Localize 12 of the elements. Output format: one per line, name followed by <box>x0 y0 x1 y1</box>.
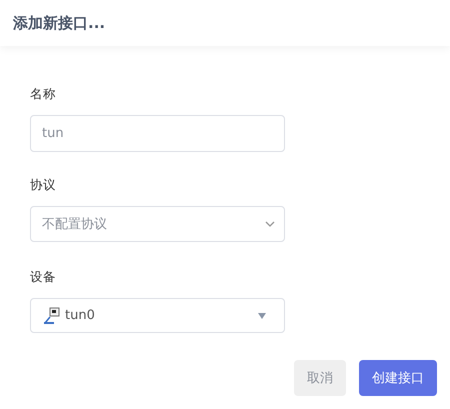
network-device-icon <box>43 306 61 324</box>
field-label: 协议 <box>30 177 57 194</box>
field-label: 设备 <box>30 269 57 286</box>
protocol-select[interactable]: 不配置协议 <box>30 206 285 242</box>
chevron-down-icon <box>265 221 275 227</box>
field-label: 名称 <box>30 86 57 103</box>
dialog-title: 添加新接口... <box>13 14 106 32</box>
cancel-button[interactable]: 取消 <box>294 360 346 396</box>
create-button[interactable]: 创建接口 <box>359 360 437 396</box>
name-input[interactable]: tun <box>30 115 285 152</box>
device-select[interactable]: tun0 <box>30 298 285 333</box>
caret-down-icon <box>258 312 266 318</box>
